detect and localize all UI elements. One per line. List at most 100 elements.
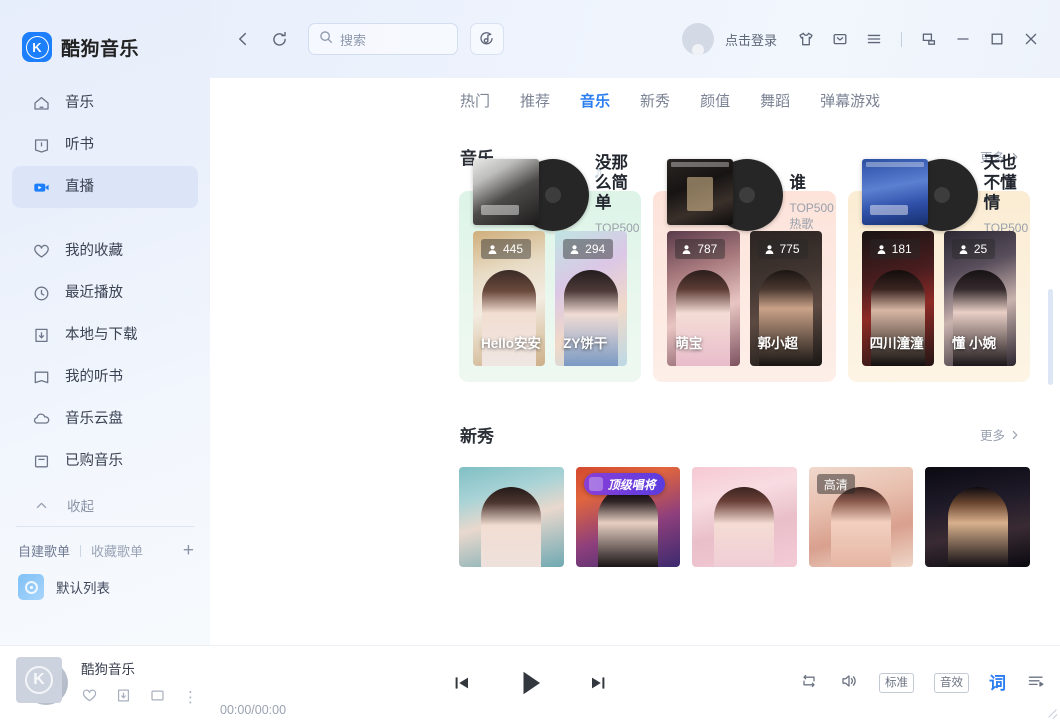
refresh-icon[interactable] <box>264 24 294 54</box>
music-card[interactable]: 谁 TOP500热歌 787 萌宝 775 郭小超 <box>653 159 836 382</box>
add-playlist-button[interactable]: + <box>183 541 194 560</box>
content-scroll-area: 音乐 更多 <box>210 124 1060 645</box>
card-header: 天也不懂情 TOP500热歌 <box>861 154 1028 251</box>
resize-grip[interactable] <box>1047 707 1057 717</box>
music-card[interactable]: 天也不懂情 TOP500热歌 181 四川潼潼 <box>847 154 1030 382</box>
more-icon[interactable]: ⋮ <box>183 690 198 705</box>
viewer-number: 445 <box>503 242 524 256</box>
live-thumb[interactable] <box>459 467 564 567</box>
sidebar-item-label: 听书 <box>65 136 94 153</box>
repeat-icon[interactable] <box>799 671 819 696</box>
person-icon <box>959 244 968 254</box>
music-recognition-icon[interactable] <box>470 23 504 55</box>
status-badge: 顶级唱将 <box>583 473 665 495</box>
search-placeholder: 搜索 <box>340 32 367 48</box>
person-icon <box>682 244 691 254</box>
viewer-count: 25 <box>951 239 996 259</box>
streamer-name: 郭小超 <box>757 336 799 352</box>
tab-dance[interactable]: 舞蹈 <box>760 94 790 109</box>
sidebar: K 酷狗音乐 音乐 听书 直播 我的收藏 最近播放 本地与下载 我的听书 音乐云… <box>0 0 210 645</box>
lyrics-button[interactable]: 词 <box>989 675 1006 692</box>
playlist-item-default[interactable]: 默认列表 <box>0 560 210 600</box>
chevron-left-icon[interactable] <box>228 24 258 54</box>
card-meta: 谁 TOP500热歌 <box>777 158 833 232</box>
viewer-count: 294 <box>563 239 614 259</box>
previous-icon[interactable] <box>451 672 473 694</box>
streamer-name: 萌宝 <box>675 336 703 352</box>
live-icon <box>32 178 51 197</box>
more-link-newcomer[interactable]: 更多 <box>980 425 1020 444</box>
mail-icon[interactable] <box>825 24 855 54</box>
comment-icon[interactable] <box>149 687 166 709</box>
minimize-icon[interactable] <box>948 24 978 54</box>
clock-icon <box>32 284 51 303</box>
music-card[interactable]: 没那么简单 TOP500热歌 ♪ 445 <box>459 154 642 382</box>
tab-newcomer[interactable]: 新秀 <box>640 94 670 109</box>
live-thumb[interactable]: 445 Hello安安 <box>473 231 546 366</box>
tab-music[interactable]: 音乐 <box>580 94 610 109</box>
sidebar-item-live[interactable]: 直播 <box>12 166 198 208</box>
next-icon[interactable] <box>587 672 609 694</box>
home-icon <box>32 94 51 113</box>
nav-primary: 音乐 听书 直播 <box>0 82 210 208</box>
play-icon[interactable] <box>513 666 547 700</box>
live-row: 181 四川潼潼 25 懂 小婉 <box>861 231 1016 366</box>
heart-icon[interactable] <box>81 687 98 709</box>
avatar[interactable] <box>681 23 714 55</box>
tab-hot[interactable]: 热门 <box>460 94 490 109</box>
sidebar-item-audiobook[interactable]: 听书 <box>12 124 198 166</box>
live-thumb[interactable]: 775 郭小超 <box>749 231 822 366</box>
viewer-count: 775 <box>757 239 808 259</box>
maximize-icon[interactable] <box>982 24 1012 54</box>
sidebar-item-purchased[interactable]: 已购音乐 <box>12 440 198 482</box>
live-thumb[interactable] <box>925 467 1030 567</box>
streamer-name: Hello安安 <box>481 336 542 352</box>
search-input[interactable]: 搜索 <box>308 23 458 55</box>
viewer-number: 25 <box>973 242 988 256</box>
quality-button[interactable]: 标准 <box>879 672 914 694</box>
viewer-count: 445 <box>481 239 532 259</box>
vertical-scrollbar[interactable] <box>1048 289 1053 385</box>
player-info: 酷狗音乐 ⋮ <box>81 658 198 709</box>
volume-icon[interactable] <box>839 671 859 696</box>
live-thumb[interactable]: 25 懂 小婉 <box>943 231 1016 366</box>
sidebar-item-recent[interactable]: 最近播放 <box>12 272 198 314</box>
live-thumb[interactable]: 高清 <box>808 467 914 567</box>
playlist-icon[interactable] <box>1026 671 1046 696</box>
tab-beauty[interactable]: 颜值 <box>700 94 730 109</box>
tab-favorite-playlists[interactable]: 收藏歌单 <box>91 541 143 560</box>
book-icon <box>32 136 51 155</box>
collapse-toggle[interactable]: 收起 <box>12 486 198 524</box>
sidebar-item-music[interactable]: 音乐 <box>12 82 198 124</box>
live-thumb[interactable]: 181 四川潼潼 <box>861 231 934 366</box>
login-button[interactable]: 点击登录 <box>725 30 777 49</box>
download-icon[interactable] <box>115 687 132 709</box>
sidebar-item-favorites[interactable]: 我的收藏 <box>12 230 198 272</box>
tab-recommend[interactable]: 推荐 <box>520 94 550 109</box>
sidebar-item-cloud-disk[interactable]: 音乐云盘 <box>12 398 198 440</box>
sidebar-item-my-audiobooks[interactable]: 我的听书 <box>12 356 198 398</box>
live-thumb[interactable]: 294 ZY饼干 <box>555 231 628 366</box>
live-thumb[interactable]: 顶级唱将 <box>575 467 681 567</box>
live-thumb[interactable]: 787 萌宝 <box>667 231 740 366</box>
close-icon[interactable] <box>1016 24 1046 54</box>
album-art-wrap <box>861 159 978 231</box>
tab-own-playlists[interactable]: 自建歌单 <box>18 541 70 560</box>
tab-danmu-game[interactable]: 弹幕游戏 <box>820 94 880 109</box>
album-cover <box>473 159 539 225</box>
sidebar-item-label: 我的收藏 <box>65 242 123 259</box>
open-book-icon <box>32 368 51 387</box>
status-badge: 高清 <box>816 474 855 494</box>
sound-effects-button[interactable]: 音效 <box>934 672 969 694</box>
mini-mode-icon[interactable] <box>914 24 944 54</box>
skin-icon[interactable] <box>791 24 821 54</box>
sidebar-item-local-download[interactable]: 本地与下载 <box>12 314 198 356</box>
menu-icon[interactable] <box>859 24 889 54</box>
main-panel: 搜索 点击登录 热门 推荐 音乐 新秀 颜值 舞蹈 弹幕游戏 更多 没那么简单 … <box>210 0 1060 645</box>
brand-name: 酷狗音乐 <box>61 38 140 60</box>
music-note-icon: ♪ <box>593 161 603 183</box>
kugou-app-window: K 酷狗音乐 音乐 听书 直播 我的收藏 最近播放 本地与下载 我的听书 音乐云… <box>0 0 1060 720</box>
live-thumb[interactable] <box>692 467 797 567</box>
logo-letter: K <box>25 35 49 59</box>
player-cover[interactable]: K <box>16 657 68 709</box>
